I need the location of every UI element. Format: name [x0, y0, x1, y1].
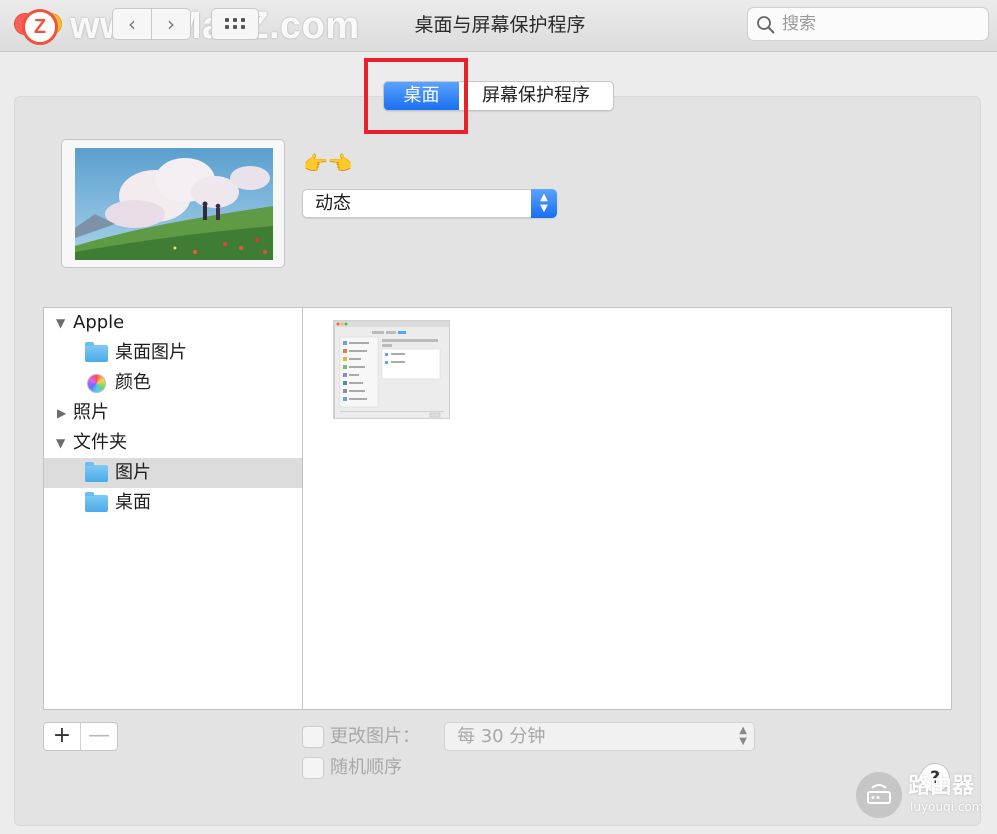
search-input[interactable] — [782, 13, 972, 35]
change-interval-popup[interactable]: 每 30 分钟 ▲ ▼ — [444, 722, 755, 751]
source-list: ▼ Apple 桌面图片 颜色 ▶ 照片 ▼ 文件夹 图片 桌面 — [43, 307, 302, 710]
sidebar-item-apple[interactable]: ▼ Apple — [44, 308, 302, 338]
add-remove-control: + — — [43, 722, 118, 751]
sidebar-item-label: 桌面图片 — [115, 342, 187, 363]
change-picture-checkbox[interactable] — [302, 726, 324, 748]
picture-grid — [302, 307, 952, 710]
watermark-site: luyouqi.com — [910, 800, 984, 814]
disclosure-expanded-icon: ▼ — [56, 316, 66, 330]
back-button[interactable]: ‹ — [112, 8, 152, 40]
window-titlebar: Z www.MacZ.com ‹ › 桌面与屏幕保护程序 — [0, 0, 997, 52]
sidebar-item-label: 桌面 — [115, 492, 151, 513]
random-order-label: 随机顺序 — [330, 757, 402, 778]
sidebar-item-label: 照片 — [73, 402, 109, 423]
remove-folder-button[interactable]: — — [81, 723, 117, 750]
sidebar-item-desktop[interactable]: 桌面 — [44, 488, 302, 518]
pointing-hands-emoji: 👉👈 — [303, 151, 353, 175]
tab-screensaver[interactable]: 屏幕保护程序 — [459, 82, 613, 110]
wallpaper-image — [75, 148, 273, 260]
random-order-checkbox[interactable] — [302, 757, 324, 779]
router-logo-icon — [856, 772, 902, 818]
change-interval-value: 每 30 分钟 — [457, 726, 546, 747]
corner-watermark: 路由器 luyouqi.com — [856, 772, 996, 820]
screenshot-thumbnail-image — [334, 321, 449, 418]
chevron-left-icon: ‹ — [128, 12, 136, 36]
folder-icon — [85, 492, 108, 512]
sidebar-item-folders[interactable]: ▼ 文件夹 — [44, 428, 302, 458]
search-icon — [757, 16, 775, 34]
chevron-right-icon: › — [167, 12, 175, 36]
pictures-folder-icon — [85, 462, 108, 482]
sidebar-item-label: 图片 — [115, 462, 151, 483]
add-folder-button[interactable]: + — [44, 723, 81, 750]
up-down-arrows-icon: ▲ ▼ — [739, 725, 747, 747]
wallpaper-preview — [61, 139, 285, 268]
up-down-arrows-icon: ▲ ▼ — [531, 189, 557, 218]
watermark-name: 路由器 — [908, 774, 975, 799]
desktop-style-popup[interactable]: 动态 ▲ ▼ — [302, 189, 557, 218]
disclosure-collapsed-icon: ▶ — [57, 406, 67, 420]
highlight-annotation-box — [364, 58, 468, 134]
sidebar-item-photos[interactable]: ▶ 照片 — [44, 398, 302, 428]
sidebar-item-label: Apple — [73, 312, 125, 333]
picture-thumbnail[interactable] — [333, 320, 450, 419]
sidebar-item-label: 颜色 — [115, 372, 151, 393]
site-logo: Z — [22, 9, 58, 45]
window-title: 桌面与屏幕保护程序 — [414, 14, 586, 36]
change-picture-label: 更改图片： — [330, 726, 420, 747]
folder-icon — [85, 342, 108, 362]
color-wheel-icon — [87, 374, 106, 393]
forward-button[interactable]: › — [151, 8, 191, 40]
disclosure-expanded-icon: ▼ — [56, 436, 66, 450]
sidebar-item-pictures[interactable]: 图片 — [44, 458, 302, 488]
sidebar-item-colors[interactable]: 颜色 — [44, 368, 302, 398]
search-box[interactable] — [747, 7, 989, 41]
sidebar-item-desktop-pictures[interactable]: 桌面图片 — [44, 338, 302, 368]
desktop-style-value: 动态 — [315, 193, 351, 214]
show-all-button[interactable] — [211, 8, 259, 40]
sidebar-item-label: 文件夹 — [73, 432, 127, 453]
